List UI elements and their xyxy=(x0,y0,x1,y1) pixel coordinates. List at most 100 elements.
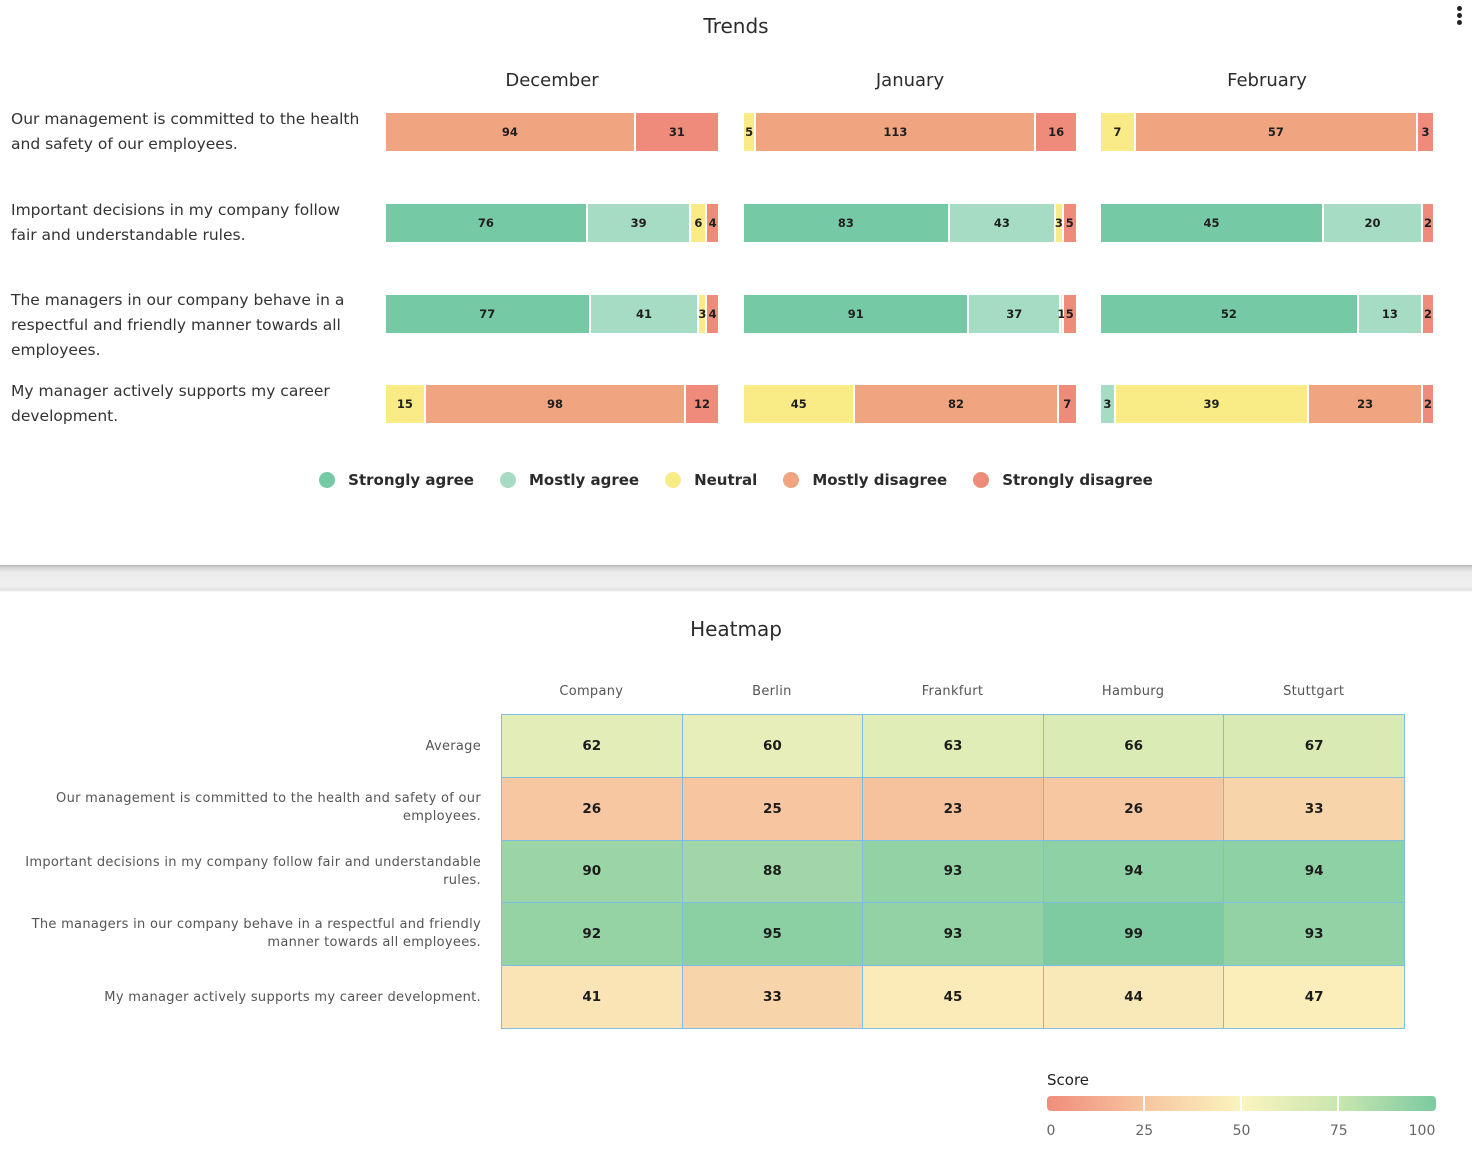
bar-segment-mostly-disagree[interactable]: 98 xyxy=(425,385,687,423)
more-vertical-icon xyxy=(1456,6,1462,11)
heatmap-cell[interactable]: 60 xyxy=(681,714,864,778)
heatmap-cell[interactable]: 26 xyxy=(1042,776,1225,841)
legend-label: Strongly agree xyxy=(348,471,474,489)
bar-segment-neutral[interactable]: 3 xyxy=(698,295,708,333)
heatmap-cell[interactable]: 93 xyxy=(1223,902,1405,967)
month-label: January xyxy=(875,70,945,91)
bar-segment-strongly-agree[interactable]: 91 xyxy=(744,295,970,333)
heatmap-cell[interactable]: 99 xyxy=(1042,902,1225,967)
heatmap-cell[interactable]: 25 xyxy=(681,776,864,841)
bar-segment-strongly-disagree[interactable]: 12 xyxy=(686,385,718,423)
bar-segment-mostly-agree[interactable]: 39 xyxy=(587,204,692,242)
bar-segment-strongly-disagree[interactable]: 5 xyxy=(1063,295,1076,333)
more-vertical-icon-dot xyxy=(1456,20,1462,25)
heatmap-cell[interactable]: 90 xyxy=(501,839,683,904)
question-label: Important decisions in my company follow… xyxy=(11,201,340,244)
bar-segment-strongly-disagree[interactable]: 16 xyxy=(1036,113,1076,151)
bar-segment-strongly-disagree[interactable]: 7 xyxy=(1058,385,1076,423)
stacked-bar: 5 113 16 xyxy=(744,113,1076,151)
bar-segment-mostly-disagree[interactable]: 113 xyxy=(756,113,1037,151)
bar-segment-strongly-agree[interactable]: 77 xyxy=(386,295,591,333)
heatmap-cell[interactable]: 93 xyxy=(862,902,1044,967)
bar-segment-mostly-agree[interactable]: 41 xyxy=(590,295,700,333)
bar-segment-neutral[interactable]: 6 xyxy=(691,204,708,242)
bar-segment-neutral[interactable]: 7 xyxy=(1101,113,1136,151)
bar-segment-strongly-disagree[interactable]: 2 xyxy=(1423,295,1433,333)
heatmap-title: Heatmap xyxy=(690,617,782,641)
bar-segment-strongly-disagree[interactable]: 4 xyxy=(707,204,718,242)
bar-segment-neutral[interactable]: 3 xyxy=(1055,204,1064,242)
heatmap-row-header: Important decisions in my company follow… xyxy=(25,855,481,888)
legend-dot-icon xyxy=(783,472,800,488)
heatmap-cell[interactable]: 95 xyxy=(681,902,864,967)
stacked-bar: 77 41 3 4 xyxy=(386,295,718,333)
bar-segment-mostly-agree[interactable]: 3 xyxy=(1101,385,1116,423)
heatmap-cell[interactable]: 92 xyxy=(501,902,683,967)
heatmap-cell[interactable]: 94 xyxy=(1042,839,1225,904)
bar-segment-strongly-disagree[interactable]: 31 xyxy=(635,113,718,151)
bar-segment-strongly-agree[interactable]: 83 xyxy=(744,204,950,242)
bar-segment-mostly-disagree[interactable]: 94 xyxy=(386,113,636,151)
bar-segment-strongly-disagree[interactable]: 3 xyxy=(1418,113,1433,151)
bar-segment-strongly-agree[interactable]: 45 xyxy=(1101,204,1324,242)
scale-separator xyxy=(1337,1096,1339,1111)
section-divider xyxy=(0,565,1472,592)
score-scale-title: Score xyxy=(1047,1071,1090,1089)
bar-segment-mostly-disagree[interactable]: 23 xyxy=(1309,385,1424,423)
legend-item[interactable]: Strongly disagree xyxy=(973,471,1153,489)
bar-segment-mostly-agree[interactable]: 37 xyxy=(969,295,1062,333)
legend-label: Strongly disagree xyxy=(1002,471,1153,489)
heatmap-cell[interactable]: 93 xyxy=(862,839,1044,904)
legend-dot-icon xyxy=(319,472,336,488)
score-scale-tick: 25 xyxy=(1135,1123,1154,1139)
legend-item[interactable]: Strongly agree xyxy=(319,471,474,489)
legend-dot-icon xyxy=(499,472,516,488)
heatmap-cell[interactable]: 94 xyxy=(1223,839,1405,904)
bar-segment-mostly-disagree[interactable]: 82 xyxy=(855,385,1059,423)
stacked-bar: 3 39 23 2 xyxy=(1101,385,1433,423)
bar-segment-strongly-disagree[interactable]: 2 xyxy=(1423,385,1433,423)
bar-segment-strongly-disagree[interactable]: 4 xyxy=(707,295,718,333)
heatmap-cell[interactable]: 33 xyxy=(681,965,864,1029)
bar-segment-strongly-agree[interactable]: 76 xyxy=(386,204,588,242)
legend-dot-icon xyxy=(973,472,990,488)
question-label: My manager actively supports my career d… xyxy=(11,382,330,425)
heatmap-row-header: Our management is committed to the healt… xyxy=(56,791,481,824)
bar-segment-neutral[interactable]: 5 xyxy=(744,113,757,151)
heatmap-cell[interactable]: 66 xyxy=(1042,714,1225,778)
bar-segment-strongly-disagree[interactable]: 5 xyxy=(1063,204,1076,242)
heatmap-cell[interactable]: 23 xyxy=(862,776,1044,841)
legend-item[interactable]: Mostly disagree xyxy=(783,471,947,489)
bar-segment-mostly-agree[interactable]: 20 xyxy=(1323,204,1424,242)
heatmap-column-header: Frankfurt xyxy=(921,684,984,699)
more-options-button[interactable] xyxy=(1452,4,1466,30)
heatmap-cell[interactable]: 62 xyxy=(501,714,683,778)
heatmap-cell[interactable]: 26 xyxy=(501,776,683,841)
stacked-bar: 45 82 7 xyxy=(744,385,1076,423)
bar-segment-neutral[interactable]: 15 xyxy=(386,385,426,423)
stacked-bar: 15 98 12 xyxy=(386,385,718,423)
heatmap-row-header: Average xyxy=(425,739,481,754)
heatmap-cell[interactable]: 45 xyxy=(862,965,1044,1029)
heatmap-column-header: Company xyxy=(559,684,624,699)
bar-segment-strongly-disagree[interactable]: 2 xyxy=(1423,204,1433,242)
heatmap-cell[interactable]: 88 xyxy=(681,839,864,904)
heatmap-row-header: The managers in our company behave in a … xyxy=(31,917,481,950)
legend-item[interactable]: Mostly agree xyxy=(499,471,640,489)
heatmap-cell[interactable]: 33 xyxy=(1223,776,1405,841)
bar-segment-mostly-agree[interactable]: 13 xyxy=(1358,295,1424,333)
legend-item[interactable]: Neutral xyxy=(665,471,757,489)
bar-segment-mostly-agree[interactable]: 43 xyxy=(949,204,1057,242)
scale-separator xyxy=(1240,1096,1242,1111)
bar-segment-mostly-disagree[interactable]: 57 xyxy=(1135,113,1419,151)
heatmap-cell[interactable]: 47 xyxy=(1223,965,1405,1029)
legend-label: Mostly agree xyxy=(528,471,640,489)
heatmap-cell[interactable]: 44 xyxy=(1042,965,1225,1029)
heatmap-cell[interactable]: 63 xyxy=(862,714,1044,778)
heatmap-cell[interactable]: 67 xyxy=(1223,714,1405,778)
heatmap-column-header: Stuttgart xyxy=(1283,684,1345,699)
bar-segment-strongly-agree[interactable]: 52 xyxy=(1101,295,1359,333)
bar-segment-neutral[interactable]: 39 xyxy=(1115,385,1310,423)
heatmap-cell[interactable]: 41 xyxy=(501,965,683,1029)
bar-segment-neutral[interactable]: 45 xyxy=(744,385,856,423)
